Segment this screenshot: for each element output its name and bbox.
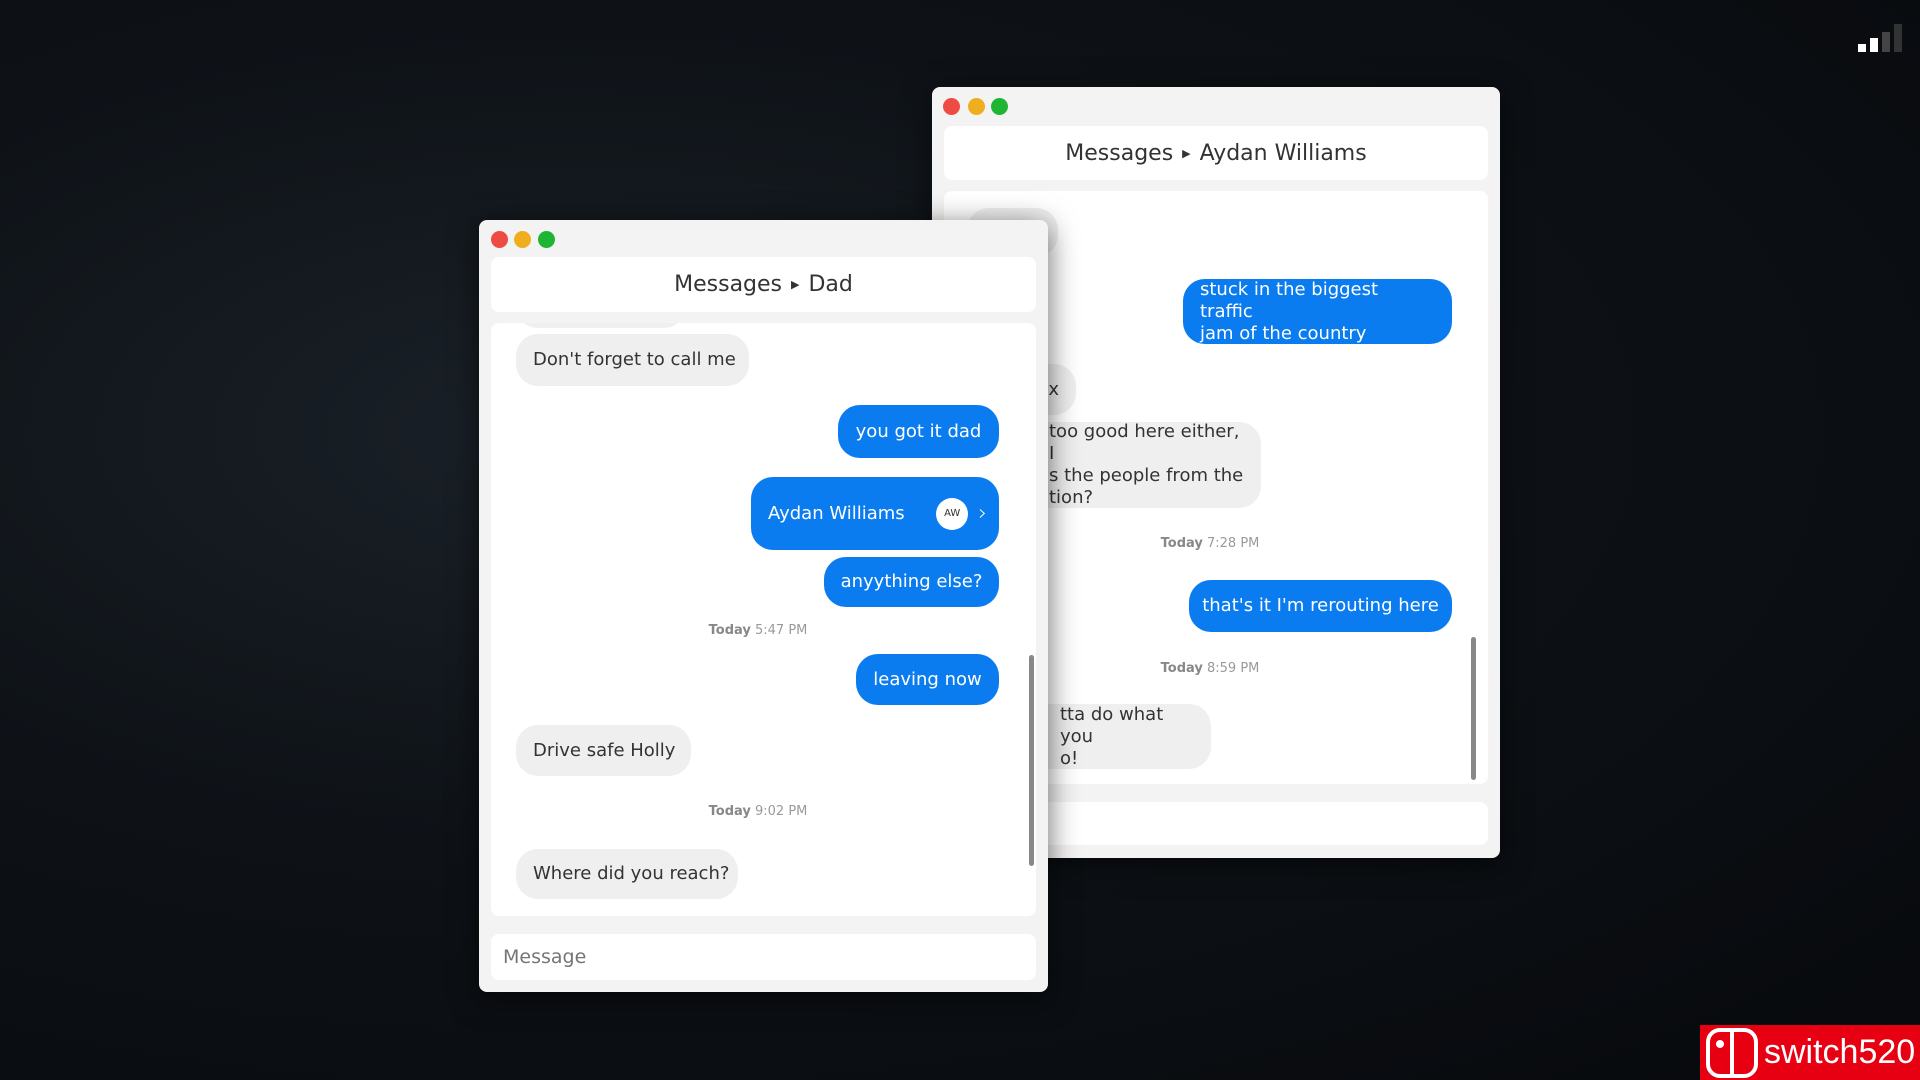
message-bubble: anyything else? [824, 557, 999, 607]
timestamp: Today 9:02 PM [708, 804, 808, 819]
title-app: Messages [674, 272, 783, 297]
messages-window-dad: Messages ▶ Dad Don't forget to call me you… [479, 220, 1048, 992]
message-bubble: Where did you reach? [516, 849, 738, 899]
breadcrumb-arrow-icon: ▶ [791, 278, 800, 291]
watermark-text: switch520 [1764, 1033, 1916, 1071]
message-bubble: Don't forget to call me [516, 334, 749, 386]
chevron-right-icon: › [978, 500, 987, 526]
breadcrumb-arrow-icon: ▶ [1182, 146, 1191, 160]
message-input[interactable] [491, 934, 1036, 980]
message-bubble-partial [516, 323, 686, 328]
close-button[interactable] [491, 231, 508, 248]
title-contact: Aydan Williams [1199, 140, 1367, 166]
title-contact: Dad [808, 272, 853, 297]
message-bubble: Drive safe Holly [516, 725, 691, 776]
close-button[interactable] [943, 98, 960, 115]
minimize-button[interactable] [968, 98, 985, 115]
minimize-button[interactable] [514, 231, 531, 248]
nintendo-switch-logo-icon [1706, 1027, 1758, 1078]
zoom-button[interactable] [991, 98, 1008, 115]
message-bubble: you got it dad [838, 405, 999, 458]
window-title: Messages ▶ Aydan Williams [944, 126, 1488, 180]
timestamp: Today 7:28 PM [1160, 536, 1260, 551]
timestamp: Today 5:47 PM [708, 623, 808, 638]
title-app: Messages [1065, 140, 1174, 166]
zoom-button[interactable] [538, 231, 555, 248]
avatar: AW [936, 497, 969, 530]
watermark-logo: switch520 [1700, 1025, 1920, 1080]
scrollbar[interactable] [1471, 637, 1476, 780]
contact-card[interactable]: Aydan Williams AW › [751, 477, 999, 550]
contact-name: Aydan Williams [768, 502, 905, 524]
message-bubble: that's it I'm rerouting here [1189, 580, 1452, 632]
message-bubble: leaving now [856, 654, 999, 705]
timestamp: Today 8:59 PM [1160, 661, 1260, 676]
signal-bars-icon [1858, 24, 1902, 52]
chat-area[interactable]: Don't forget to call me you got it dad A… [491, 323, 1036, 916]
scrollbar[interactable] [1029, 655, 1034, 866]
message-bubble: stuck in the biggest traffic jam of the … [1183, 279, 1452, 344]
window-title: Messages ▶ Dad [491, 257, 1036, 312]
